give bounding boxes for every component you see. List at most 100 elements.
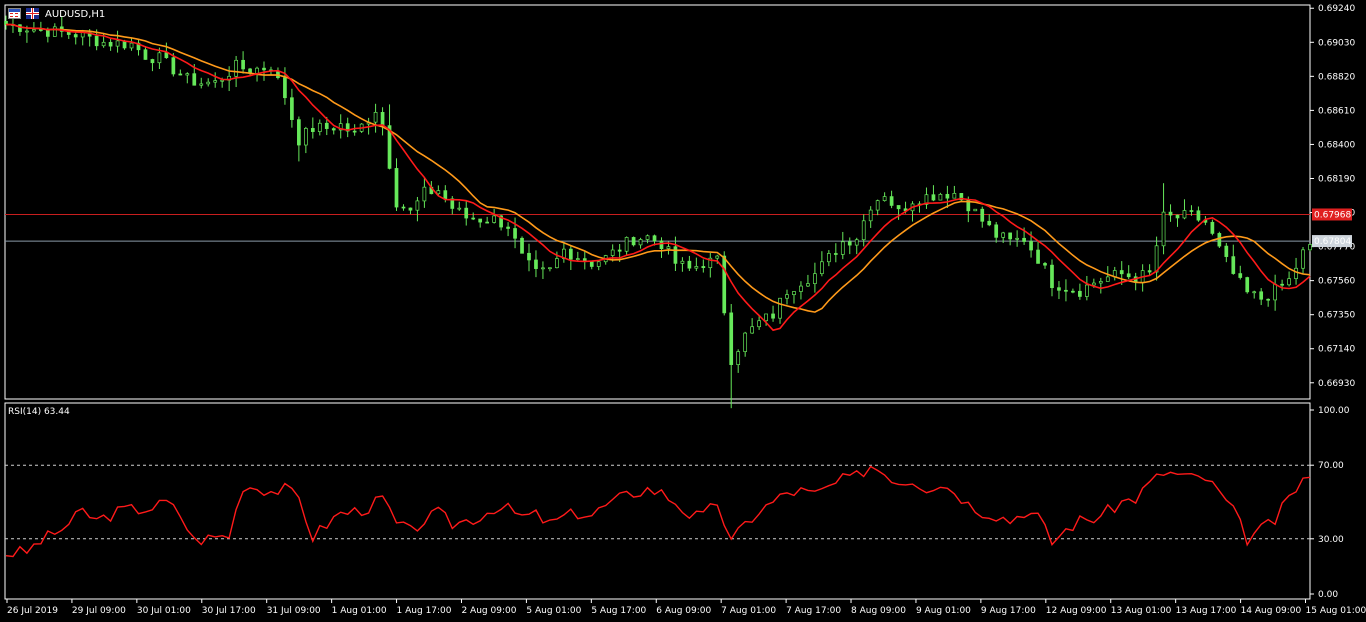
rsi-pane-frame <box>4 402 1311 600</box>
candle <box>206 78 211 87</box>
candle <box>534 250 538 278</box>
candle <box>840 231 845 260</box>
candle <box>631 236 636 247</box>
candle <box>896 205 901 220</box>
candle <box>624 236 629 256</box>
time-axis-label: 30 Jul 01:00 <box>137 606 191 616</box>
candle <box>1287 271 1291 287</box>
candle <box>1008 232 1012 246</box>
time-axis-label: 5 Aug 17:00 <box>591 606 646 616</box>
candle <box>596 260 601 271</box>
candle <box>1154 236 1159 281</box>
candle <box>478 218 483 228</box>
time-axis-label: 7 Aug 17:00 <box>786 606 841 616</box>
candle <box>1217 231 1222 249</box>
candle <box>589 261 594 270</box>
candle <box>938 192 943 201</box>
candle <box>164 42 169 59</box>
price-axis-label: 0.67350 <box>1318 311 1355 321</box>
price-axis-label: 0.69030 <box>1318 38 1355 48</box>
price-axis-label: 0.67560 <box>1318 277 1355 287</box>
candle <box>1231 244 1236 275</box>
candle <box>548 267 552 272</box>
time-axis-label: 13 Aug 01:00 <box>1111 606 1172 616</box>
candle <box>276 67 280 80</box>
time-axis-label: 30 Jul 17:00 <box>202 606 256 616</box>
candle <box>331 127 336 135</box>
candle <box>143 46 148 60</box>
candle <box>799 281 803 300</box>
price-axis-label: 0.68820 <box>1318 72 1355 82</box>
candle <box>959 193 964 202</box>
candle <box>973 208 978 212</box>
candle <box>952 185 957 199</box>
candle <box>694 257 699 272</box>
time-axis-label: 29 Jul 09:00 <box>72 606 126 616</box>
rsi-label: RSI(14) 63.44 <box>8 407 70 417</box>
candle <box>792 291 796 304</box>
candle <box>338 114 343 139</box>
time-axis-label: 8 Aug 09:00 <box>851 606 906 616</box>
candle <box>861 214 866 247</box>
candle <box>1057 281 1061 300</box>
candle <box>1085 275 1089 301</box>
candle <box>213 72 218 88</box>
candle <box>297 116 301 162</box>
rsi-axis-label: 30.00 <box>1318 535 1344 545</box>
candle <box>185 72 190 84</box>
candle <box>262 61 266 81</box>
time-axis-label: 9 Aug 17:00 <box>981 606 1036 616</box>
candle <box>485 216 490 224</box>
rsi-line <box>5 465 1311 558</box>
candle <box>178 69 183 76</box>
time-axis-label: 15 Aug 01:00 <box>1306 606 1366 616</box>
candle <box>1266 298 1271 307</box>
candle <box>701 259 706 273</box>
candle <box>541 261 545 279</box>
candle <box>924 187 929 209</box>
candle <box>889 190 894 209</box>
candle <box>1210 219 1215 236</box>
time-axis-label: 2 Aug 09:00 <box>461 606 516 616</box>
candle <box>1161 183 1166 255</box>
candle <box>757 316 761 330</box>
candle <box>1308 243 1312 252</box>
candle <box>1098 277 1103 294</box>
candle <box>290 88 294 128</box>
candle <box>457 201 462 211</box>
candle <box>638 237 643 249</box>
candle <box>771 305 775 322</box>
candle <box>1182 199 1187 220</box>
candle <box>310 117 315 139</box>
time-axis-label: 13 Aug 17:00 <box>1176 606 1237 616</box>
candle <box>73 32 78 45</box>
candle <box>820 251 824 277</box>
candle <box>1043 261 1047 269</box>
candle <box>806 274 810 288</box>
candle <box>1064 279 1068 302</box>
candle <box>882 192 887 202</box>
candle <box>248 67 252 76</box>
candle <box>1147 264 1152 276</box>
candle <box>917 201 922 213</box>
price-pane-frame <box>4 4 1311 400</box>
symbol-label: AUDUSD,H1 <box>45 9 106 20</box>
candle <box>394 158 399 211</box>
candle <box>1280 279 1284 291</box>
candle <box>345 117 350 138</box>
candle <box>32 22 36 33</box>
candle <box>1168 204 1173 222</box>
candle <box>1238 265 1243 280</box>
candle <box>910 201 915 222</box>
time-axis-label: 14 Aug 09:00 <box>1241 606 1302 616</box>
candle <box>743 331 748 357</box>
candle <box>1301 247 1305 274</box>
candle <box>387 104 392 170</box>
candle <box>1112 266 1117 281</box>
candle <box>150 58 155 72</box>
candle <box>868 206 873 228</box>
candle <box>115 30 120 53</box>
candle <box>1015 230 1019 247</box>
rsi-axis-label: 0.00 <box>1318 590 1338 600</box>
candle <box>1245 276 1250 294</box>
